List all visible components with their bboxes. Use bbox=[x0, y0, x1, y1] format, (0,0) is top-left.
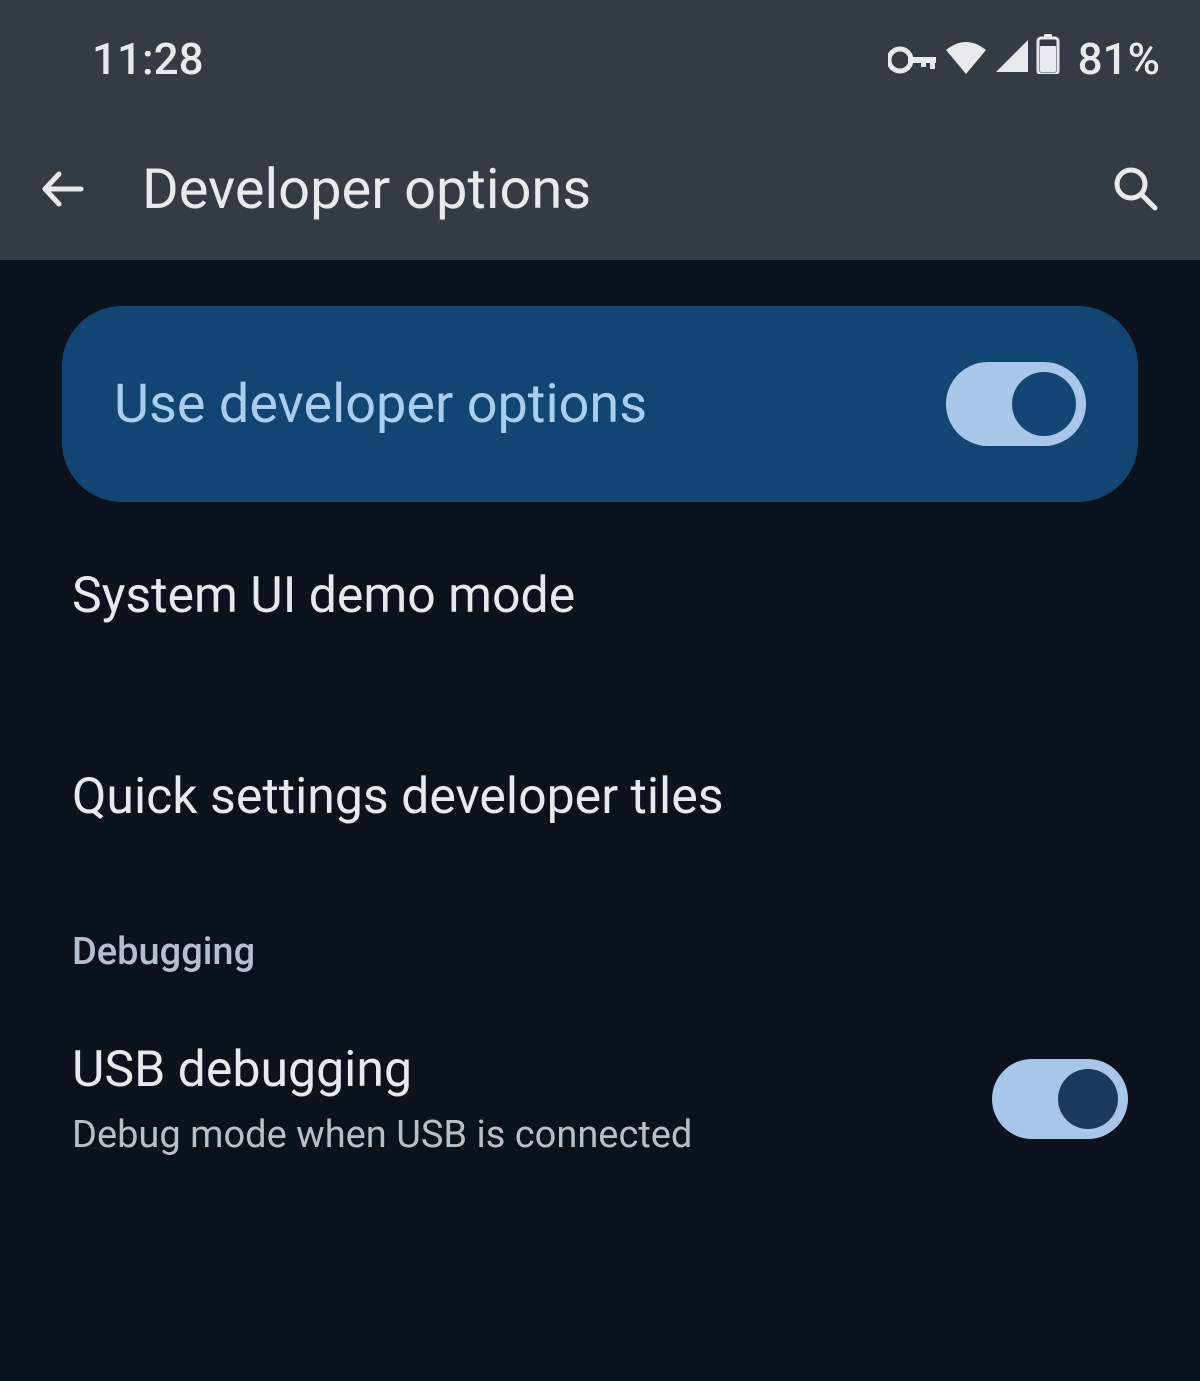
setting-title: Quick settings developer tiles bbox=[72, 765, 1128, 830]
search-button[interactable] bbox=[1108, 161, 1164, 217]
setting-quick-settings-developer-tiles[interactable]: Quick settings developer tiles bbox=[0, 721, 1200, 874]
status-right: 81% bbox=[888, 33, 1160, 85]
setting-system-ui-demo-mode[interactable]: System UI demo mode bbox=[0, 520, 1200, 673]
use-developer-options-label: Use developer options bbox=[114, 373, 647, 436]
arrow-left-icon bbox=[39, 164, 89, 214]
battery-percent: 81% bbox=[1078, 33, 1160, 85]
back-button[interactable] bbox=[36, 161, 92, 217]
status-icons bbox=[888, 33, 1060, 85]
status-bar: 11:28 bbox=[0, 0, 1200, 118]
content: Use developer options System UI demo mod… bbox=[0, 260, 1200, 1204]
battery-icon bbox=[1036, 33, 1060, 85]
app-bar: Developer options bbox=[0, 118, 1200, 260]
use-developer-options-toggle[interactable]: Use developer options bbox=[62, 306, 1138, 502]
toggle-thumb bbox=[1058, 1069, 1118, 1129]
vpn-key-icon bbox=[888, 33, 938, 85]
setting-subtitle: Debug mode when USB is connected bbox=[72, 1111, 992, 1160]
setting-usb-debugging[interactable]: USB debugging Debug mode when USB is con… bbox=[0, 994, 1200, 1204]
wifi-icon bbox=[944, 33, 988, 85]
toggle-thumb bbox=[1012, 372, 1076, 436]
setting-title: USB debugging bbox=[72, 1038, 992, 1103]
cellular-signal-icon bbox=[994, 33, 1030, 85]
toggle-switch[interactable] bbox=[946, 362, 1086, 446]
page-title: Developer options bbox=[142, 156, 1058, 222]
toggle-switch[interactable] bbox=[992, 1059, 1128, 1139]
section-header-debugging: Debugging bbox=[0, 874, 1200, 994]
setting-title: System UI demo mode bbox=[72, 564, 1128, 629]
search-icon bbox=[1111, 164, 1161, 214]
status-time: 11:28 bbox=[92, 33, 204, 85]
